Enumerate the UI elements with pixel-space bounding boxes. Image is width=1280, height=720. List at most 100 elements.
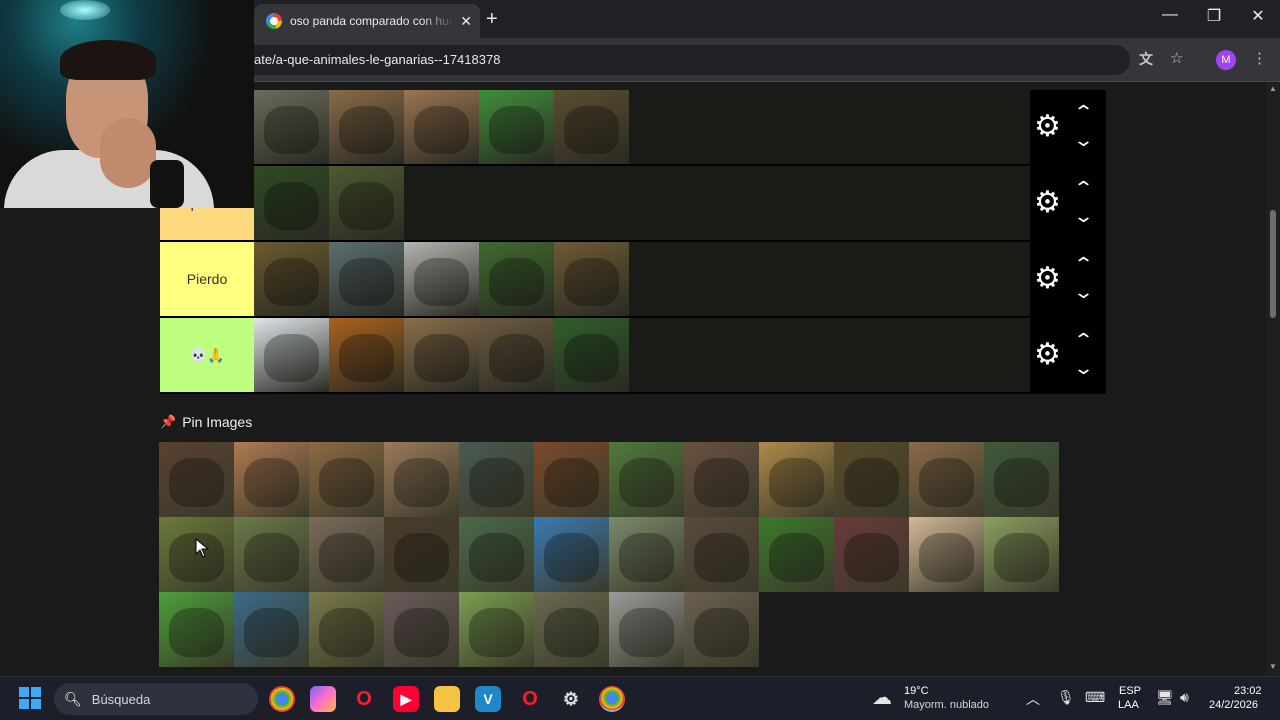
animal-image-tile[interactable]	[459, 517, 534, 592]
gear-icon[interactable]: ⚙	[1034, 110, 1061, 144]
animal-image-tile[interactable]	[404, 318, 479, 392]
animal-image-tile[interactable]	[554, 318, 629, 392]
animal-image-tile[interactable]	[234, 442, 309, 517]
tier-label[interactable]: 💀🙏	[160, 318, 254, 392]
animal-image-tile[interactable]	[309, 592, 384, 667]
animal-image-tile[interactable]	[909, 442, 984, 517]
opera-app-icon[interactable]: O	[351, 686, 377, 712]
weather-description[interactable]: Mayorm. nublado	[904, 699, 989, 711]
animal-image-tile[interactable]	[329, 90, 404, 164]
chevron-down-icon[interactable]: ⌄	[1073, 358, 1094, 379]
clock-time[interactable]: 23:02	[1234, 685, 1262, 697]
animal-image-tile[interactable]	[459, 442, 534, 517]
clock-date[interactable]: 24/2/2026	[1209, 699, 1258, 711]
tier-label[interactable]: Pierdo	[160, 242, 254, 316]
animal-image-tile[interactable]	[459, 592, 534, 667]
chevron-down-icon[interactable]: ⌄	[1073, 282, 1094, 303]
scroll-thumb[interactable]	[1270, 210, 1276, 318]
animal-image-tile[interactable]	[609, 517, 684, 592]
animal-image-tile[interactable]	[309, 517, 384, 592]
animal-image-tile[interactable]	[159, 592, 234, 667]
animal-image-tile[interactable]	[834, 517, 909, 592]
chevron-up-icon[interactable]: ⌃	[1073, 102, 1094, 123]
animal-image-tile[interactable]	[684, 592, 759, 667]
chevron-up-icon[interactable]: ⌃	[1073, 178, 1094, 199]
chevron-down-icon[interactable]: ⌄	[1073, 206, 1094, 227]
animal-image-tile[interactable]	[609, 442, 684, 517]
weather-cloud-icon[interactable]: ☁	[872, 685, 892, 710]
steam-app-icon[interactable]: ⚙	[558, 686, 584, 712]
volume-icon[interactable]: 🔊︎	[1180, 689, 1189, 706]
maximize-button[interactable]: ❐	[1194, 6, 1234, 26]
animal-image-tile[interactable]	[479, 90, 554, 164]
animal-image-tile[interactable]	[609, 592, 684, 667]
chrome-app-icon[interactable]	[269, 686, 295, 712]
animal-image-tile[interactable]	[684, 442, 759, 517]
animal-image-tile[interactable]	[254, 242, 329, 316]
scroll-up-icon[interactable]: ▲	[1269, 84, 1277, 93]
animal-image-tile[interactable]	[684, 517, 759, 592]
profile-avatar[interactable]: M	[1216, 50, 1236, 70]
animal-image-tile[interactable]	[384, 517, 459, 592]
browser-tab[interactable]: oso panda comparado con hum ✕	[254, 4, 480, 38]
animal-image-tile[interactable]	[309, 442, 384, 517]
animal-image-tile[interactable]	[909, 517, 984, 592]
animal-image-tile[interactable]	[479, 318, 554, 392]
animal-image-tile[interactable]	[984, 442, 1059, 517]
chrome-active-app-icon[interactable]	[599, 686, 625, 712]
animal-image-tile[interactable]	[534, 517, 609, 592]
animal-image-tile[interactable]	[329, 166, 404, 240]
weather-temperature[interactable]: 19°C	[904, 685, 929, 697]
keyboard-layout[interactable]: LAA	[1118, 699, 1139, 711]
minimize-button[interactable]: —	[1150, 6, 1190, 24]
animal-image-tile[interactable]	[159, 442, 234, 517]
animal-image-tile[interactable]	[234, 592, 309, 667]
v-app-icon[interactable]: V	[475, 686, 501, 712]
chevron-down-icon[interactable]: ⌄	[1073, 130, 1094, 151]
animal-image-tile[interactable]	[834, 442, 909, 517]
animal-image-tile[interactable]	[554, 90, 629, 164]
gear-icon[interactable]: ⚙	[1034, 338, 1061, 372]
gear-icon[interactable]: ⚙	[1034, 186, 1061, 220]
animal-image-tile[interactable]	[329, 318, 404, 392]
microphone-icon[interactable]: 🎙︎	[1057, 689, 1075, 706]
chevron-up-icon[interactable]: ⌃	[1073, 330, 1094, 351]
animal-image-tile[interactable]	[404, 90, 479, 164]
copilot-app-icon[interactable]	[310, 686, 336, 712]
animal-image-tile[interactable]	[534, 592, 609, 667]
gear-icon[interactable]: ⚙	[1034, 262, 1061, 296]
browser-menu-icon[interactable]: ⋮	[1252, 49, 1267, 67]
translate-icon[interactable]: 文	[1139, 49, 1153, 69]
language-code[interactable]: ESP	[1119, 685, 1141, 697]
tray-chevron-up-icon[interactable]: ︿	[1026, 689, 1040, 709]
tab-close-icon[interactable]: ✕	[460, 13, 472, 30]
animal-image-tile[interactable]	[479, 242, 554, 316]
animal-image-tile[interactable]	[759, 442, 834, 517]
bookmark-star-icon[interactable]: ☆	[1170, 49, 1183, 67]
animal-image-tile[interactable]	[534, 442, 609, 517]
new-tab-button[interactable]: +	[486, 8, 498, 31]
scroll-down-icon[interactable]: ▼	[1269, 662, 1277, 671]
youtube-app-icon[interactable]: ▶	[393, 686, 419, 712]
animal-image-tile[interactable]	[254, 90, 329, 164]
animal-image-tile[interactable]	[234, 517, 309, 592]
animal-image-tile[interactable]	[404, 242, 479, 316]
keyboard-icon[interactable]: ⌨	[1085, 689, 1105, 706]
animal-image-tile[interactable]	[329, 242, 404, 316]
page-scrollbar[interactable]: ▲ ▼	[1266, 82, 1280, 676]
taskbar-search[interactable]: 🔍︎ Búsqueda	[54, 683, 258, 715]
windows-start-icon[interactable]	[19, 687, 41, 709]
chevron-up-icon[interactable]: ⌃	[1073, 254, 1094, 275]
animal-image-tile[interactable]	[254, 166, 329, 240]
url-text[interactable]: ate/a-que-animales-le-ganarias--17418378	[254, 52, 500, 67]
network-icon[interactable]: 🖥︎	[1156, 689, 1174, 706]
file-explorer-icon[interactable]	[434, 686, 460, 712]
animal-image-tile[interactable]	[254, 318, 329, 392]
animal-image-tile[interactable]	[984, 517, 1059, 592]
animal-image-tile[interactable]	[384, 592, 459, 667]
opera-gx-app-icon[interactable]: O	[517, 686, 543, 712]
animal-image-tile[interactable]	[384, 442, 459, 517]
animal-image-tile[interactable]	[759, 517, 834, 592]
address-bar[interactable]: ate/a-que-animales-le-ganarias--17418378	[230, 45, 1130, 75]
close-window-button[interactable]: ✕	[1238, 6, 1278, 26]
